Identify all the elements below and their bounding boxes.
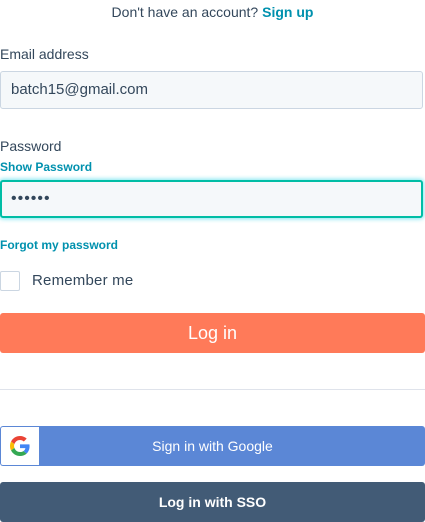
google-icon-container <box>1 427 39 465</box>
divider <box>0 389 425 390</box>
sign-up-link[interactable]: Sign up <box>262 4 313 20</box>
email-label: Email address <box>0 46 89 62</box>
google-signin-label: Sign in with Google <box>152 438 273 454</box>
google-g-icon <box>10 436 30 456</box>
signup-prompt: Don't have an account? Sign up <box>0 4 425 20</box>
remember-me-label[interactable]: Remember me <box>32 272 133 289</box>
google-signin-button[interactable]: Sign in with Google <box>0 426 425 466</box>
forgot-password-link[interactable]: Forgot my password <box>0 238 118 252</box>
email-field[interactable]: batch15@gmail.com <box>0 71 423 109</box>
remember-me-checkbox[interactable] <box>0 271 20 291</box>
login-button[interactable]: Log in <box>0 313 425 353</box>
signup-prompt-text: Don't have an account? <box>111 4 259 20</box>
show-password-link[interactable]: Show Password <box>0 160 92 174</box>
sso-login-button[interactable]: Log in with SSO <box>0 482 425 522</box>
password-field[interactable]: •••••• <box>0 180 423 218</box>
password-label: Password <box>0 138 62 154</box>
